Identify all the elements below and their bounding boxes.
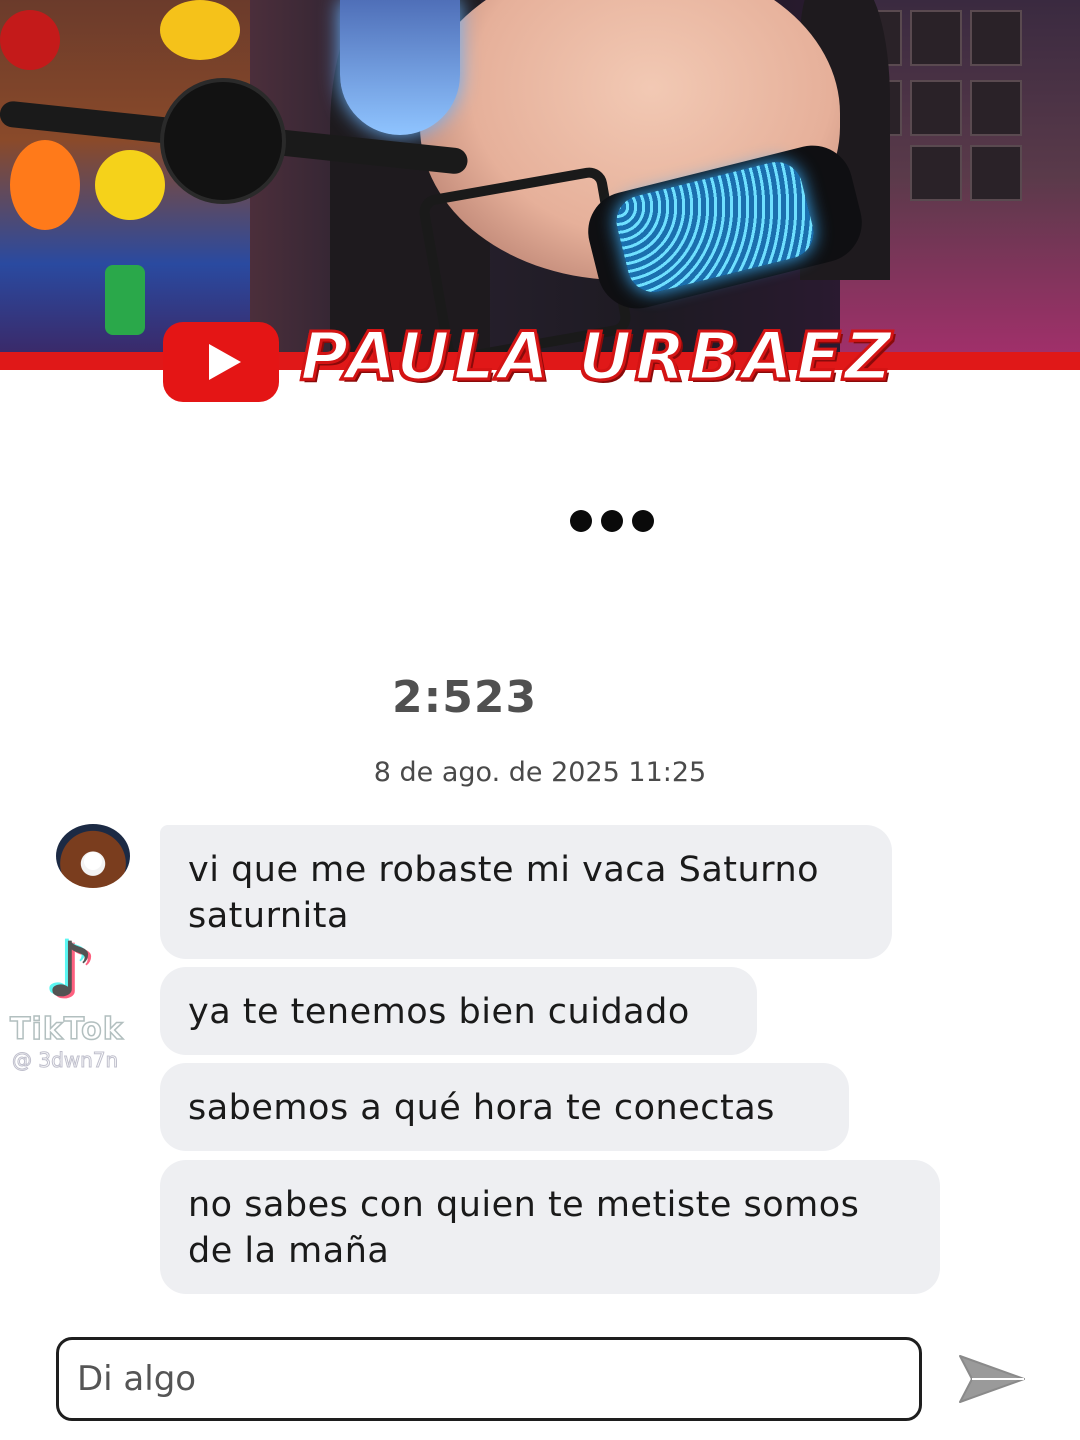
message-input[interactable]: [56, 1337, 922, 1421]
message-bubble: no sabes con quien te metiste somos de l…: [160, 1160, 940, 1294]
message-bubble: vi que me robaste mi vaca Saturno saturn…: [160, 825, 892, 959]
headphone: [340, 0, 460, 135]
typing-indicator: [570, 510, 654, 532]
channel-name: PAULA URBAEZ: [299, 317, 895, 397]
timer-overlay: 2:523: [392, 672, 538, 723]
send-arrow-icon[interactable]: [956, 1352, 1028, 1406]
typing-dot: [601, 510, 623, 532]
sender-avatar[interactable]: [56, 824, 130, 888]
video-thumbnail: [0, 0, 1080, 352]
typing-dot: [570, 510, 592, 532]
message-bubble: sabemos a qué hora te conectas: [160, 1063, 849, 1151]
boom-joint: [160, 78, 286, 204]
message-bubble: ya te tenemos bien cuidado: [160, 967, 757, 1055]
tiktok-handle: @ 3dwn7n: [11, 1048, 119, 1073]
youtube-play-icon: [163, 322, 279, 402]
message-date: 8 de ago. de 2025 11:25: [373, 757, 707, 788]
tiktok-watermark: ♪ TikTok @ 3dwn7n: [9, 925, 165, 1080]
tiktok-wordmark: TikTok: [9, 1011, 124, 1048]
tiktok-note-icon: ♪: [46, 925, 95, 1014]
typing-dot: [632, 510, 654, 532]
